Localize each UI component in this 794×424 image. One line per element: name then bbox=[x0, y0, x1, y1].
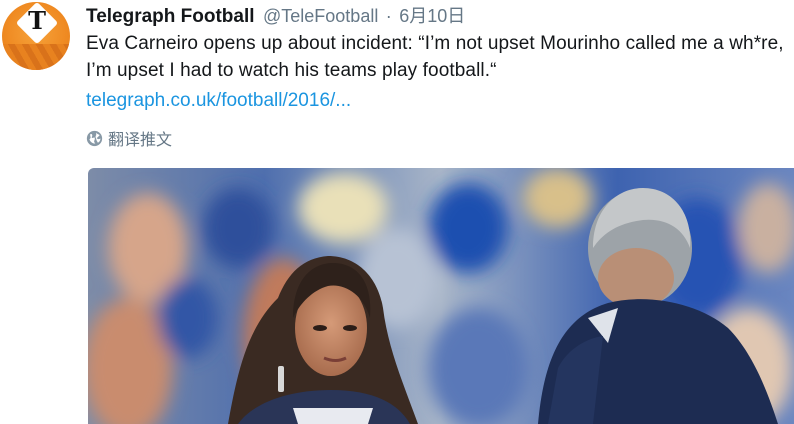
translate-tweet-button[interactable]: 翻译推文 bbox=[86, 127, 172, 149]
translate-label: 翻译推文 bbox=[108, 130, 173, 149]
author-handle[interactable]: @TeleFootball bbox=[263, 6, 378, 26]
author-name[interactable]: Telegraph Football bbox=[86, 6, 255, 27]
tweet-header: Telegraph Football @TeleFootball · 6月10日 bbox=[86, 2, 465, 27]
tweet-card: T Telegraph Football @TeleFootball · 6月1… bbox=[0, 0, 794, 424]
avatar-band bbox=[2, 44, 70, 70]
globe-icon bbox=[86, 130, 103, 146]
tweet-text: Eva Carneiro opens up about incident: “I… bbox=[86, 33, 784, 81]
tweet-photo[interactable] bbox=[88, 168, 794, 424]
photo-image bbox=[88, 168, 794, 424]
tweet-date[interactable]: 6月10日 bbox=[399, 6, 465, 26]
header-separator: · bbox=[385, 6, 392, 26]
avatar-letter: T bbox=[28, 6, 46, 35]
author-avatar[interactable]: T bbox=[2, 2, 70, 70]
article-link[interactable]: telegraph.co.uk/football/2016/... bbox=[86, 90, 351, 112]
